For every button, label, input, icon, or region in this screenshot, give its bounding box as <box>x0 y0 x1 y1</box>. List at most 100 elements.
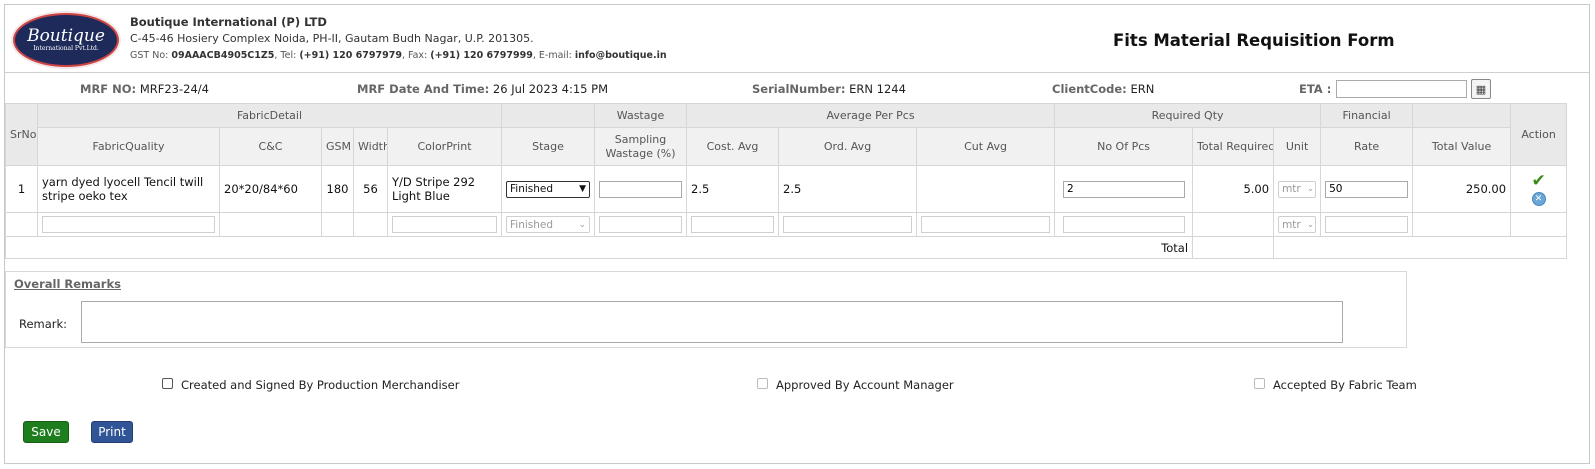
client-label: ClientCode: <box>1052 82 1127 96</box>
cell-ord-avg: 2.5 <box>778 165 918 213</box>
col-width: Width <box>353 127 388 166</box>
page-title: Fits Material Requisition Form <box>1113 31 1395 50</box>
new-cell-cc <box>219 212 322 237</box>
new-cell-no-of-pcs <box>1054 212 1194 237</box>
new-cell-total-value <box>1412 212 1512 237</box>
total-label: Total <box>1054 236 1194 259</box>
col-sampling-wastage: Sampling Wastage (%) <box>594 127 688 166</box>
col-rate: Rate <box>1320 127 1414 166</box>
group-header-row: SrNo FabricDetail Wastage Average Per Pc… <box>5 103 1568 166</box>
new-rate-input[interactable] <box>1325 216 1409 233</box>
gst-label: GST No: <box>130 50 169 61</box>
material-table: SrNo FabricDetail Wastage Average Per Pc… <box>4 103 1568 259</box>
eta-input[interactable] <box>1336 80 1467 98</box>
cell-sampling-wastage <box>594 165 688 213</box>
new-no-of-pcs-input[interactable] <box>1063 216 1186 233</box>
table-total-row: Total <box>4 236 1568 259</box>
mrf-date-label: MRF Date And Time: <box>357 82 490 96</box>
total-value-cell <box>1192 236 1275 259</box>
new-color-print-input[interactable] <box>392 216 498 233</box>
company-address: C-45-46 Hosiery Complex Noida, PH-II, Ga… <box>130 32 534 45</box>
unit-select[interactable]: mtr ⌄ <box>1278 180 1317 198</box>
remove-icon[interactable]: ✕ <box>1531 191 1546 206</box>
accepted-checkbox-row: Accepted By Fabric Team <box>1254 377 1417 392</box>
print-button[interactable]: Print <box>91 421 133 443</box>
new-cell-rate <box>1320 212 1414 237</box>
new-sampling-wastage-input[interactable] <box>599 216 683 233</box>
mrf-date-value: 26 Jul 2023 4:15 PM <box>492 82 609 96</box>
col-ord-avg: Ord. Avg <box>778 127 918 166</box>
table-row-new: Finished ⌄ mtr ⌄ <box>5 212 1568 237</box>
client-code: ClientCode: ERN <box>1052 82 1154 96</box>
new-stage-select[interactable]: Finished ⌄ <box>506 216 591 233</box>
col-fabric-quality: FabricQuality <box>37 127 220 166</box>
new-stage-select-value: Finished <box>510 218 554 231</box>
accepted-checkbox[interactable] <box>1254 377 1265 389</box>
mrf-no-label: MRF NO: <box>80 82 137 96</box>
tel-value: (+91) 120 6797979 <box>299 50 402 61</box>
stage-select[interactable]: Finished ▼ <box>506 180 591 198</box>
tel-label: , Tel: <box>274 50 297 61</box>
cell-cc: 20*20/84*60 <box>219 165 322 213</box>
col-no-of-pcs: No Of Pcs <box>1054 127 1194 166</box>
chevron-down-icon: ▼ <box>579 184 587 194</box>
new-cell-stage: Finished ⌄ <box>501 212 596 237</box>
new-cell-ord-avg <box>778 212 918 237</box>
company-logo: Boutique International Pvt.Ltd. <box>13 13 119 67</box>
required-qty-header: Required Qty <box>1054 103 1322 128</box>
table-row: 1 yarn dyed lyocell Tencil twill stripe … <box>5 165 1568 213</box>
new-unit-select-value: mtr <box>1282 218 1301 231</box>
col-total-required: Total Required <box>1192 127 1275 166</box>
col-gsm: GSM <box>321 127 354 166</box>
mrf-no-value: MRF23-24/4 <box>139 82 209 96</box>
approved-checkbox-row: Approved By Account Manager <box>757 377 954 392</box>
new-fabric-quality-input[interactable] <box>42 216 215 233</box>
calendar-icon[interactable]: ▦ <box>1471 79 1491 99</box>
chevron-down-icon: ⌄ <box>1306 184 1315 194</box>
stage-select-value: Finished <box>510 183 554 195</box>
new-cell-srno <box>5 212 38 237</box>
rate-input[interactable] <box>1325 180 1409 198</box>
sampling-wastage-input[interactable] <box>599 180 683 198</box>
col-total-value: Total Value <box>1412 127 1512 166</box>
created-signed-label: Created and Signed By Production Merchan… <box>181 378 460 392</box>
col-color-print: ColorPrint <box>386 127 503 166</box>
remark-textarea[interactable] <box>81 301 1343 343</box>
cell-gsm: 180 <box>321 165 354 213</box>
no-of-pcs-input[interactable] <box>1063 180 1186 198</box>
col-unit: Unit <box>1273 127 1322 166</box>
logo-text: Boutique <box>27 25 105 46</box>
email-label: , E-mail: <box>532 50 572 61</box>
overall-remarks-section: Overall Remarks Remark: <box>5 271 1407 348</box>
check-icon[interactable]: ✔ <box>1515 172 1562 190</box>
company-contact: GST No: 09AAACB4905C1Z5, Tel: (+91) 120 … <box>130 50 667 61</box>
client-value: ERN <box>1130 82 1155 96</box>
email-value: info@boutique.in <box>574 50 667 61</box>
action-header: Action <box>1510 103 1568 166</box>
new-ord-avg-input[interactable] <box>783 216 913 233</box>
cell-width: 56 <box>353 165 388 213</box>
logo-subtext: International Pvt.Ltd. <box>33 44 99 52</box>
new-cost-avg-input[interactable] <box>691 216 775 233</box>
cell-unit: mtr ⌄ <box>1273 165 1322 213</box>
financial-header: Financial <box>1320 103 1414 128</box>
col-cut-avg: Cut Avg <box>916 127 1056 166</box>
chevron-down-icon: ⌄ <box>578 219 587 230</box>
new-cut-avg-input[interactable] <box>921 216 1051 233</box>
new-cell-action <box>1510 212 1568 237</box>
new-cell-gsm <box>321 212 354 237</box>
approved-checkbox[interactable] <box>757 377 768 389</box>
form-container: Boutique International Pvt.Ltd. Boutique… <box>4 4 1590 464</box>
mrf-date: MRF Date And Time: 26 Jul 2023 4:15 PM <box>357 82 608 96</box>
new-unit-select[interactable]: mtr ⌄ <box>1278 216 1317 233</box>
unit-select-value: mtr <box>1282 183 1301 195</box>
remark-label: Remark: <box>19 317 68 331</box>
new-cell-sampling-wastage <box>594 212 688 237</box>
fabric-detail-header: FabricDetail <box>36 103 503 128</box>
serial-value: ERN 1244 <box>849 82 906 96</box>
mrf-no: MRF NO: MRF23-24/4 <box>80 82 209 96</box>
created-signed-checkbox[interactable] <box>162 377 173 389</box>
created-signed-checkbox-row: Created and Signed By Production Merchan… <box>162 377 460 392</box>
company-name: Boutique International (P) LTD <box>130 15 327 29</box>
save-button[interactable]: Save <box>23 421 69 443</box>
